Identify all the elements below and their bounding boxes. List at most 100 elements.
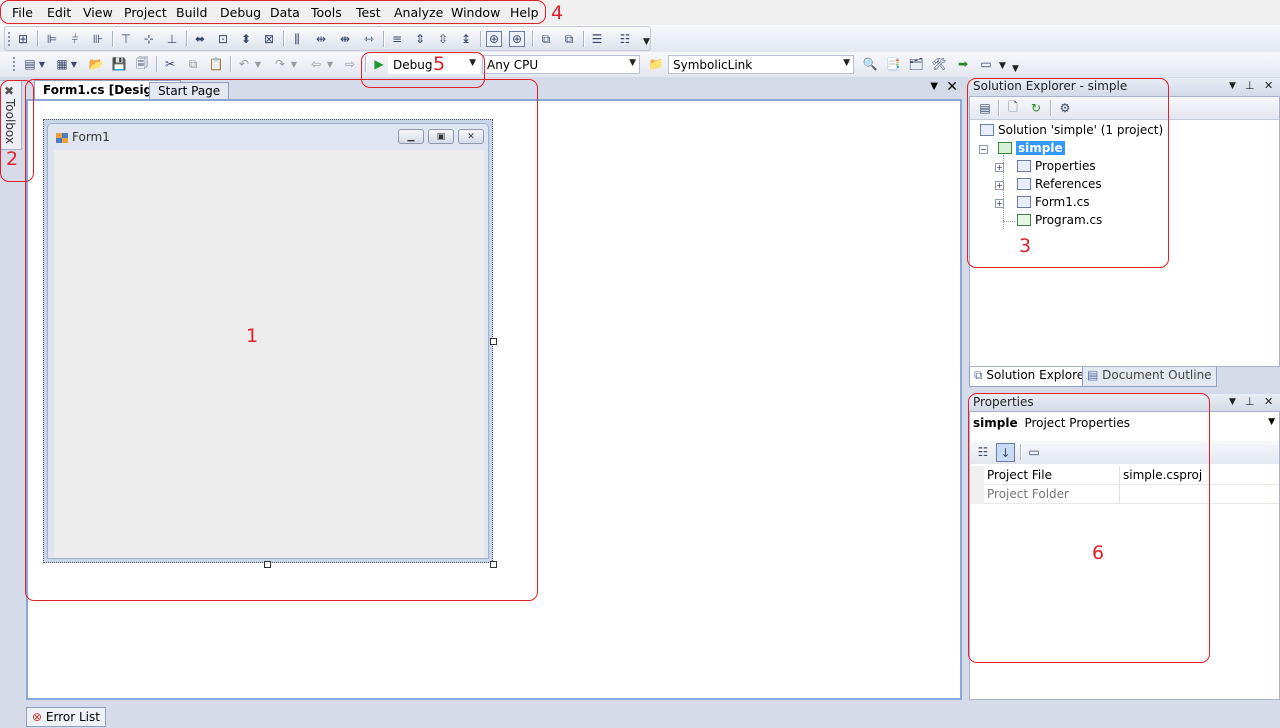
paste-icon[interactable]: 📋 [208, 56, 224, 72]
align-rights-icon[interactable]: ⊪ [90, 31, 106, 47]
center-horizontally-icon[interactable]: ⊕ [486, 31, 502, 47]
make-same-size-icon[interactable]: ⊠ [261, 31, 277, 47]
show-all-files-icon[interactable]: ▤ [977, 100, 993, 116]
command-window-icon[interactable]: ▭ [978, 56, 994, 72]
align-centers-icon[interactable]: ⫩ [67, 31, 83, 47]
undo-icon[interactable]: ↶ [236, 56, 252, 72]
h-spacing-increase-icon[interactable]: ⇹ [313, 31, 329, 47]
resize-handle-corner[interactable] [490, 561, 497, 568]
chevron-down-icon[interactable]: ▼ [999, 61, 1006, 71]
expand-icon[interactable]: + [995, 163, 1004, 172]
menu-help[interactable]: Help [510, 5, 539, 20]
v-spacing-increase-icon[interactable]: ⇕ [412, 31, 428, 47]
chevron-down-icon[interactable]: ▼ [326, 56, 334, 72]
close-icon[interactable]: ✕ [1264, 395, 1273, 408]
navigate-backward-icon[interactable]: ⇦ [308, 56, 324, 72]
refresh-icon[interactable]: ↻ [1028, 100, 1044, 116]
find-combo[interactable]: SymbolicLink ▼ [668, 55, 854, 74]
chevron-down-icon[interactable]: ▼ [930, 81, 938, 92]
property-row[interactable]: Project Folder [970, 485, 1279, 504]
menu-window[interactable]: Window [451, 5, 500, 20]
property-pages-icon[interactable]: ▭ [1026, 444, 1042, 460]
chevron-down-icon[interactable]: ▼ [38, 56, 46, 72]
align-to-grid-icon[interactable]: ⊞ [15, 31, 31, 47]
toolbar-grip[interactable] [13, 57, 16, 71]
v-spacing-decrease-icon[interactable]: ⇳ [435, 31, 451, 47]
resize-handle-bottom[interactable] [264, 561, 271, 568]
chevron-down-icon[interactable]: ▼ [1229, 81, 1236, 91]
form1-client-area[interactable] [54, 150, 484, 558]
tree-item-form1[interactable]: Form1.cs [1017, 195, 1090, 209]
h-spacing-decrease-icon[interactable]: ⇼ [337, 31, 353, 47]
tree-item-program[interactable]: Program.cs [1017, 213, 1102, 227]
align-bottoms-icon[interactable]: ⊥ [164, 31, 180, 47]
tree-solution[interactable]: Solution 'simple' (1 project) [980, 123, 1163, 137]
properties-icon[interactable]: 🗋 [1005, 100, 1021, 116]
tab-error-list[interactable]: ⊗ Error List [26, 707, 106, 727]
toolbox-icon[interactable]: 🛠 [931, 56, 947, 72]
property-row[interactable]: Project File simple.csproj [970, 466, 1279, 485]
properties-object-select[interactable]: simple Project Properties ▼ [970, 412, 1279, 434]
toolbar-overflow-icon[interactable]: ▼ [1012, 64, 1019, 74]
menu-file[interactable]: File [12, 5, 33, 20]
collapse-icon[interactable]: − [979, 145, 988, 154]
menu-data[interactable]: Data [270, 5, 300, 20]
expand-icon[interactable]: + [995, 199, 1004, 208]
solution-explorer-icon[interactable]: 🔍 [862, 56, 878, 72]
property-value[interactable]: simple.csproj [1123, 468, 1202, 482]
object-browser-icon[interactable]: 🗂 [908, 56, 924, 72]
v-spacing-remove-icon[interactable]: ↨ [458, 31, 474, 47]
start-page-icon[interactable]: ➡ [955, 56, 971, 72]
alphabetical-icon[interactable]: ↓ [996, 443, 1015, 462]
pin-icon[interactable]: ⊥ [1245, 395, 1255, 408]
categorized-icon[interactable]: ☷ [975, 444, 991, 460]
tree-item-properties[interactable]: Properties [1017, 159, 1096, 173]
pin-icon[interactable]: ⊥ [1245, 79, 1255, 92]
h-spacing-remove-icon[interactable]: ⇿ [361, 31, 377, 47]
new-project-icon[interactable]: ▤ [22, 56, 38, 72]
tab-order-icon[interactable]: ☰ [589, 31, 605, 47]
menu-build[interactable]: Build [176, 5, 207, 20]
tree-project-simple[interactable]: simple [998, 141, 1065, 155]
save-all-icon[interactable]: 🗐 [134, 56, 150, 72]
chevron-down-icon[interactable]: ▼ [1229, 397, 1236, 407]
find-in-files-icon[interactable]: 📁 [648, 56, 664, 72]
menu-edit[interactable]: Edit [47, 5, 71, 20]
redo-icon[interactable]: ↷ [272, 56, 288, 72]
navigate-forward-icon[interactable]: ⇨ [342, 56, 358, 72]
start-debugging-icon[interactable]: ▶ [371, 56, 387, 72]
align-tops-icon[interactable]: ⊤ [118, 31, 134, 47]
toolbar-overflow-icon[interactable]: ▼ [643, 37, 650, 47]
tab-start-page[interactable]: Start Page [149, 82, 230, 99]
menu-view[interactable]: View [83, 5, 113, 20]
add-item-icon[interactable]: ▦ [54, 56, 70, 72]
form1-selection[interactable]: Form1 ▁ ▣ ✕ [43, 119, 493, 563]
send-to-back-icon[interactable]: ⧉ [561, 31, 577, 47]
chevron-down-icon[interactable]: ▼ [254, 56, 262, 72]
menu-test[interactable]: Test [356, 5, 381, 20]
platform-select[interactable]: Any CPU ▼ [482, 55, 640, 74]
properties-window-icon[interactable]: 📑 [885, 56, 901, 72]
menu-tools[interactable]: Tools [311, 5, 342, 20]
tab-document-outline[interactable]: ▤ Document Outline [1082, 367, 1217, 387]
tree-item-references[interactable]: References [1017, 177, 1102, 191]
align-lefts-icon[interactable]: ⊫ [44, 31, 60, 47]
resize-handle-right[interactable] [490, 338, 497, 345]
align-middles-icon[interactable]: ⊹ [141, 31, 157, 47]
tab-solution-explorer[interactable]: ⧉ Solution Explorer [969, 367, 1095, 387]
close-icon[interactable]: ✕ [1264, 79, 1273, 92]
toolbox-tab[interactable]: ✖ Toolbox [0, 80, 22, 150]
open-file-icon[interactable]: 📂 [88, 56, 104, 72]
v-spacing-equal-icon[interactable]: ≡ [389, 31, 405, 47]
make-same-height-icon[interactable]: ⬍ [238, 31, 254, 47]
lock-controls-icon[interactable]: ☷ [617, 31, 633, 47]
close-icon[interactable]: ✕ [946, 79, 958, 95]
toolbar-grip[interactable] [8, 32, 11, 46]
cut-icon[interactable]: ✂ [162, 56, 178, 72]
class-diagram-icon[interactable]: ⚙ [1057, 100, 1073, 116]
menu-analyze[interactable]: Analyze [394, 5, 443, 20]
expand-icon[interactable]: + [995, 181, 1004, 190]
chevron-down-icon[interactable]: ▼ [70, 56, 78, 72]
make-same-width-icon[interactable]: ⬌ [192, 31, 208, 47]
bring-to-front-icon[interactable]: ⧉ [538, 31, 554, 47]
